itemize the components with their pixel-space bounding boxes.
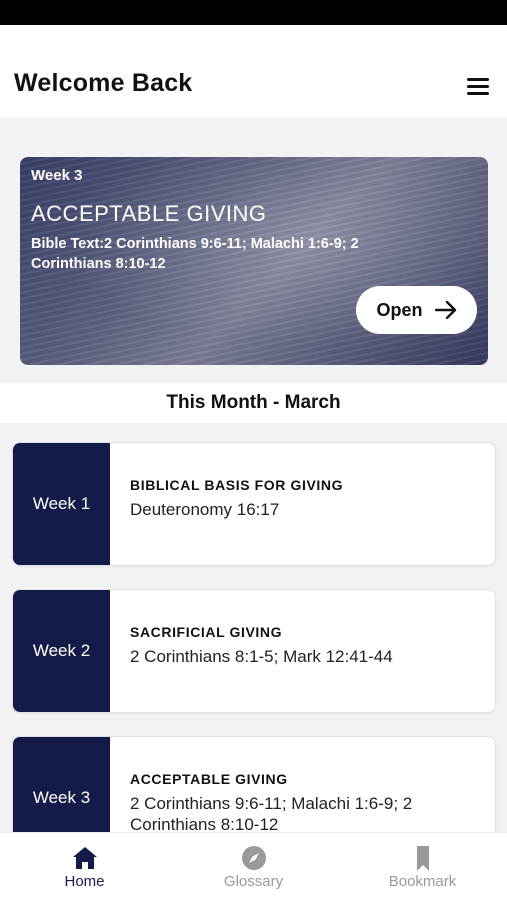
weekly-lesson-list[interactable]: Week 1 BIBLICAL BASIS FOR GIVING Deutero…	[0, 423, 507, 832]
card-reference: 2 Corinthians 9:6-11; Malachi 1:6-9; 2 C…	[130, 794, 413, 832]
tab-bookmark[interactable]: Bookmark	[338, 833, 507, 900]
open-button-label: Open	[376, 299, 423, 320]
lesson-card-week-3[interactable]: Week 3 ACCEPTABLE GIVING 2 Corinthians 9…	[12, 736, 496, 832]
bottom-tab-bar: Home Glossary Bookmark	[0, 832, 507, 900]
lesson-card-week-2[interactable]: Week 2 SACRIFICIAL GIVING 2 Corinthians …	[12, 589, 496, 713]
home-icon	[72, 847, 97, 869]
status-bar	[0, 0, 507, 25]
hamburger-menu-icon[interactable]	[462, 75, 492, 97]
banner-title: ACCEPTABLE GIVING	[31, 201, 267, 226]
card-title: ACCEPTABLE GIVING	[130, 771, 288, 787]
card-week-label: Week 3	[13, 737, 110, 832]
page-title: Welcome Back	[14, 69, 193, 97]
card-title: BIBLICAL BASIS FOR GIVING	[130, 477, 344, 493]
card-week-label: Week 1	[13, 443, 110, 565]
month-section-title: This Month - March	[0, 383, 507, 423]
compass-icon	[241, 846, 266, 870]
card-title: SACRIFICIAL GIVING	[130, 624, 283, 640]
tab-home[interactable]: Home	[0, 833, 169, 900]
tab-home-label: Home	[64, 873, 105, 890]
tab-glossary-label: Glossary	[223, 873, 284, 890]
arrow-right-icon	[434, 301, 456, 319]
card-reference: Deuteronomy 16:17	[130, 500, 280, 519]
banner-week-label: Week 3	[31, 167, 83, 184]
app-header: Welcome Back	[0, 25, 507, 118]
lesson-card-week-1[interactable]: Week 1 BIBLICAL BASIS FOR GIVING Deutero…	[12, 442, 496, 566]
card-reference: 2 Corinthians 8:1-5; Mark 12:41-44	[130, 647, 393, 666]
banner-bible-text: Bible Text:2 Corinthians 9:6-11; Malachi…	[31, 236, 359, 272]
tab-glossary[interactable]: Glossary	[169, 833, 338, 900]
bookmark-icon	[416, 846, 429, 871]
tab-bookmark-label: Bookmark	[388, 873, 457, 890]
open-button[interactable]: Open	[356, 286, 477, 334]
card-week-label: Week 2	[13, 590, 110, 712]
featured-lesson-banner[interactable]: Week 3 ACCEPTABLE GIVING Bible Text:2 Co…	[20, 157, 488, 365]
